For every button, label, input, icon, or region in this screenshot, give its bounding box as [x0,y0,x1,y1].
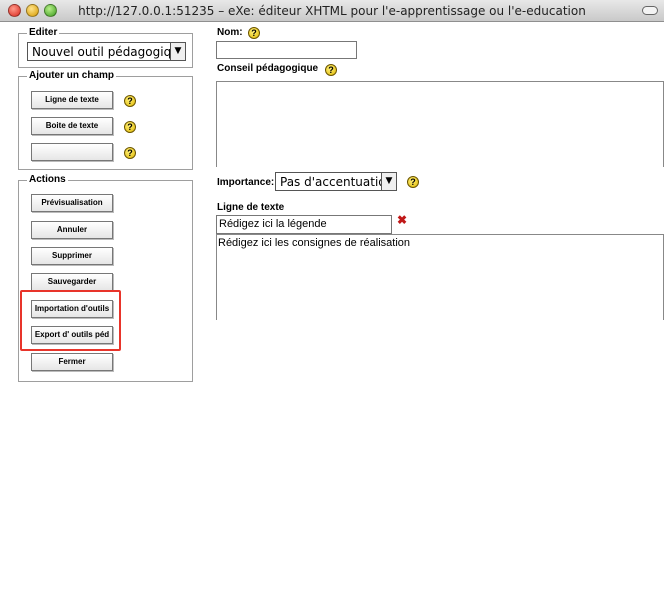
help-icon[interactable]: ? [124,147,136,159]
editer-legend: Editer [27,27,60,39]
supprimer-button[interactable]: Supprimer [31,247,113,265]
ajouter-champ-legend: Ajouter un champ [27,70,117,82]
editer-select[interactable]: Nouvel outil pédagogique ▼ [27,42,186,61]
fermer-button[interactable]: Fermer [31,353,113,371]
actions-legend: Actions [27,174,68,186]
ligne-de-texte-button[interactable]: Ligne de texte [31,91,113,109]
nom-label: Nom: [217,27,243,38]
legende-input[interactable]: Rédigez ici la légende [216,215,392,234]
actions-fieldset: Actions Prévisualisation Annuler Supprim… [18,174,193,382]
annuler-button[interactable]: Annuler [31,221,113,239]
delete-icon[interactable]: ✖ [397,213,407,227]
help-icon[interactable]: ? [124,121,136,133]
consignes-editor[interactable]: Rédigez ici les consignes de réalisation [216,234,664,320]
toolbar-toggle-icon[interactable] [642,6,658,15]
highlight-box [20,290,121,351]
nom-input[interactable] [216,41,357,59]
help-icon[interactable]: ? [124,95,136,107]
help-icon[interactable]: ? [248,27,260,39]
blank-field-button[interactable] [31,143,113,161]
sauvegarder-button[interactable]: Sauvegarder [31,273,113,291]
importance-label: Importance: [217,177,275,188]
boite-de-texte-button[interactable]: Boite de texte [31,117,113,135]
importance-select-value: Pas d'accentuation [280,175,394,189]
previsualisation-button[interactable]: Prévisualisation [31,194,113,212]
ajouter-champ-fieldset: Ajouter un champ Ligne de texte ? Boite … [18,70,193,170]
chevron-down-icon: ▼ [381,173,396,190]
window-title: http://127.0.0.1:51235 – eXe: éditeur XH… [78,4,586,18]
ligne-de-texte-label: Ligne de texte [217,202,285,213]
help-icon[interactable]: ? [407,176,419,188]
conseil-pedagogique-editor[interactable] [216,81,664,167]
editer-fieldset: Editer Nouvel outil pédagogique ▼ [18,27,193,68]
consignes-value: Rédigez ici les consignes de réalisation [218,237,410,249]
chevron-down-icon: ▼ [170,43,185,60]
help-icon[interactable]: ? [325,64,337,76]
conseil-pedagogique-label: Conseil pédagogique [217,63,319,74]
editer-select-value: Nouvel outil pédagogique [32,45,186,59]
window-titlebar: http://127.0.0.1:51235 – eXe: éditeur XH… [0,0,664,22]
legende-value: Rédigez ici la légende [219,218,327,230]
importance-select[interactable]: Pas d'accentuation ▼ [275,172,397,191]
